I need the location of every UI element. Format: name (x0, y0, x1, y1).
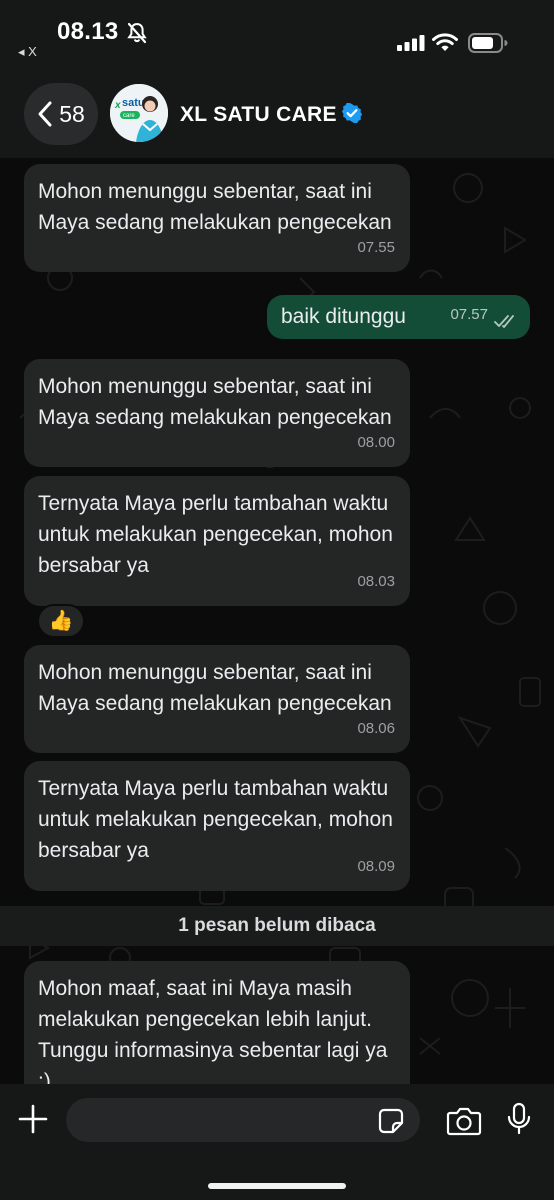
message-text: Mohon menunggu sebentar, saat ini Maya s… (38, 661, 392, 715)
chevron-left-icon (38, 101, 52, 127)
back-button[interactable]: 58 (24, 83, 98, 145)
camera-icon[interactable] (446, 1106, 482, 1136)
status-time: 08.13 (57, 18, 119, 45)
message-bubble-incoming[interactable]: Mohon menunggu sebentar, saat ini Maya s… (24, 164, 410, 272)
status-bar: 08.13 ◂ X (0, 0, 554, 70)
chat-message-list[interactable]: Mohon menunggu sebentar, saat ini Maya s… (0, 158, 554, 1084)
home-indicator[interactable] (208, 1183, 346, 1189)
microphone-icon[interactable] (506, 1102, 532, 1136)
message-text: baik ditunggu (281, 305, 406, 328)
plus-icon[interactable] (17, 1103, 49, 1135)
message-bubble-incoming[interactable]: Mohon maaf, saat ini Maya masih melakuka… (24, 961, 410, 1084)
chat-header: 58 x satu care XL SATU CARE (0, 70, 554, 158)
double-check-icon (494, 315, 514, 328)
message-time: 08.12 (357, 1074, 395, 1084)
battery-icon (468, 33, 508, 53)
avatar[interactable]: x satu care (110, 84, 168, 142)
unread-chats-count: 58 (59, 100, 85, 127)
message-time: 07.57 (450, 306, 488, 323)
svg-text:x: x (114, 100, 121, 111)
sticker-icon[interactable] (378, 1108, 404, 1134)
message-time: 08.03 (357, 573, 395, 590)
reaction-badge[interactable]: 👍 (37, 604, 85, 638)
message-time: 08.00 (357, 434, 395, 451)
message-input[interactable] (66, 1098, 420, 1142)
message-bubble-incoming[interactable]: Ternyata Maya perlu tambahan waktu untuk… (24, 761, 410, 891)
message-bubble-incoming[interactable]: Ternyata Maya perlu tambahan waktu untuk… (24, 476, 410, 606)
message-bubble-incoming[interactable]: Mohon menunggu sebentar, saat ini Maya s… (24, 359, 410, 467)
unread-divider-label: 1 pesan belum dibaca (178, 915, 376, 936)
message-text: Ternyata Maya perlu tambahan waktu untuk… (38, 777, 393, 862)
message-text: Mohon menunggu sebentar, saat ini Maya s… (38, 180, 392, 234)
message-time: 08.06 (357, 720, 395, 737)
verified-badge-icon (342, 103, 362, 123)
thumbs-up-icon: 👍 (48, 610, 74, 632)
svg-text:care: care (123, 113, 135, 119)
message-bubble-outgoing[interactable]: baik ditunggu 07.57 (267, 295, 530, 339)
message-text: Mohon menunggu sebentar, saat ini Maya s… (38, 375, 392, 429)
message-bubble-incoming[interactable]: Mohon menunggu sebentar, saat ini Maya s… (24, 645, 410, 753)
message-text: Ternyata Maya perlu tambahan waktu untuk… (38, 492, 393, 577)
bell-slash-icon (127, 22, 147, 44)
svg-text:satu: satu (122, 97, 145, 109)
xl-satu-care-logo: x satu care (110, 84, 168, 142)
message-text: Mohon maaf, saat ini Maya masih melakuka… (38, 977, 388, 1084)
unread-messages-divider: 1 pesan belum dibaca (0, 906, 554, 946)
contact-name[interactable]: XL SATU CARE (180, 103, 337, 127)
message-time: 08.09 (357, 858, 395, 875)
wifi-icon (432, 33, 458, 51)
back-to-app-link[interactable]: ◂ X (18, 44, 37, 60)
signal-icon (397, 35, 425, 51)
message-time: 07.55 (357, 239, 395, 256)
